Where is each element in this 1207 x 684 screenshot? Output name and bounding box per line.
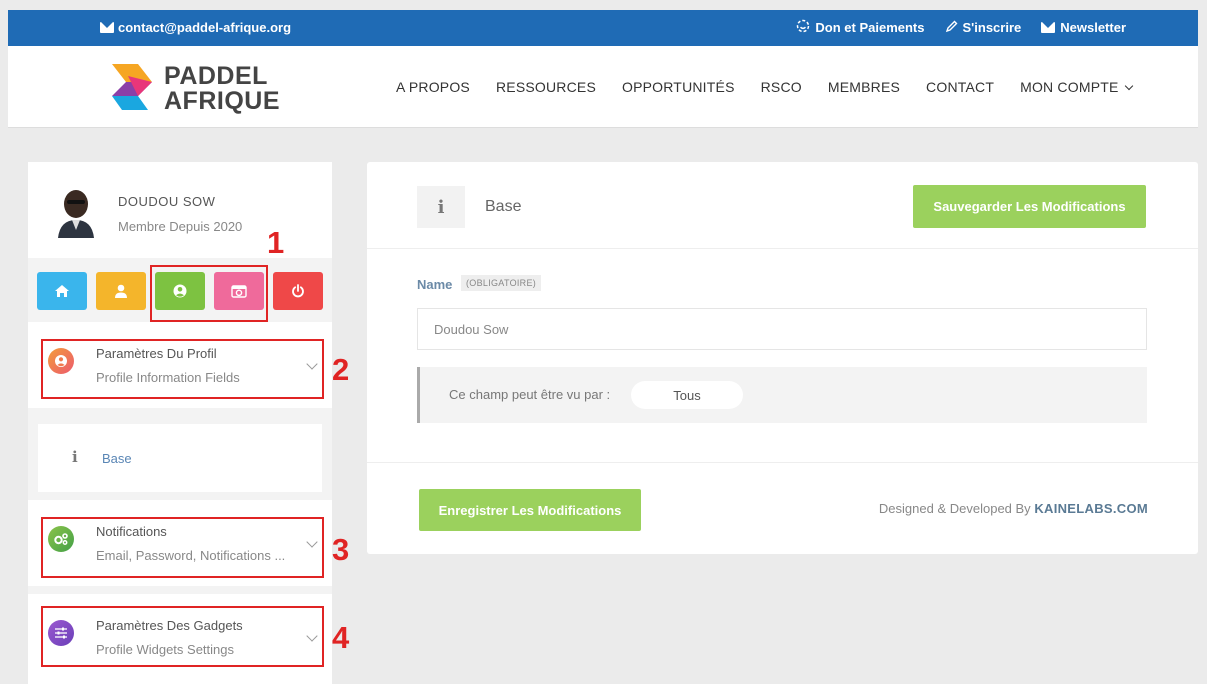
envelope-icon (100, 22, 114, 33)
sidebar-item-base[interactable]: i Base (38, 424, 322, 492)
visibility-selector[interactable]: Tous (631, 381, 743, 409)
panel-header: i Base Sauvegarder Les Modifications (367, 162, 1198, 249)
site-logo[interactable]: PADDEL AFRIQUE (108, 60, 288, 118)
annotation-box-3 (41, 517, 324, 578)
nav-item-ressources[interactable]: RESSOURCES (496, 79, 596, 95)
nav-item-opportunites[interactable]: OPPORTUNITÉS (622, 79, 735, 95)
top-bar: contact@paddel-afrique.org Don et Paieme… (8, 10, 1198, 46)
inscrire-label: S'inscrire (962, 20, 1022, 35)
chevron-down-icon (1124, 81, 1133, 90)
panel-title: Base (485, 198, 522, 215)
name-input[interactable]: Doudou Sow (417, 308, 1147, 350)
save-changes-top-button[interactable]: Sauvegarder Les Modifications (913, 185, 1146, 228)
required-badge: (OBLIGATOIRE) (461, 275, 542, 291)
newsletter-label: Newsletter (1060, 20, 1126, 35)
nav-item-rsco[interactable]: RSCO (761, 79, 802, 95)
sidebar-item-label: Base (102, 451, 132, 466)
save-changes-bottom-button[interactable]: Enregistrer Les Modifications (419, 489, 641, 531)
annotation-box-4 (41, 606, 324, 667)
pencil-icon (945, 20, 958, 36)
contact-email: contact@paddel-afrique.org (118, 20, 292, 35)
profile-name: DOUDOU SOW (118, 194, 216, 209)
annotation-box-2 (41, 339, 324, 399)
newsletter-link[interactable]: Newsletter (1041, 19, 1126, 36)
inscrire-link[interactable]: S'inscrire (945, 19, 1022, 36)
annotation-number-3: 3 (332, 532, 350, 567)
section-divider (28, 586, 332, 594)
profile-card: DOUDOU SOW Membre Depuis 2020 (28, 162, 332, 258)
don-paiements-label: Don et Paiements (815, 20, 925, 35)
info-icon: i (417, 186, 465, 228)
power-icon (292, 284, 304, 298)
logo-mark-icon (112, 64, 152, 110)
member-since: Membre Depuis 2020 (118, 219, 243, 234)
home-icon (55, 285, 69, 297)
home-button[interactable] (37, 272, 87, 310)
credit-link[interactable]: KAINELABS.COM (1034, 501, 1148, 516)
info-icon: i (72, 448, 78, 466)
nav-item-mon-compte[interactable]: MON COMPTE (1020, 79, 1133, 95)
user-icon (115, 284, 127, 298)
panel-divider (367, 462, 1198, 463)
main-nav: A PROPOS RESSOURCES OPPORTUNITÉS RSCO ME… (396, 79, 1133, 95)
nav-item-membres[interactable]: MEMBRES (828, 79, 900, 95)
profile-fields-panel: i Base Sauvegarder Les Modifications Nam… (367, 162, 1198, 554)
contact-email-link[interactable]: contact@paddel-afrique.org (100, 20, 291, 35)
nav-item-a-propos[interactable]: A PROPOS (396, 79, 470, 95)
logo-text: PADDEL AFRIQUE (164, 62, 280, 115)
smile-icon (796, 19, 810, 36)
visibility-label: Ce champ peut être vu par : (449, 387, 611, 402)
developer-credit: Designed & Developed By KAINELABS.COM (879, 501, 1148, 516)
name-field-label: Name (417, 277, 453, 292)
envelope-icon (1041, 22, 1056, 33)
annotation-number-1: 1 (267, 225, 285, 260)
annotation-number-2: 2 (332, 352, 350, 387)
credit-prefix: Designed & Developed By (878, 501, 1031, 516)
logout-button[interactable] (273, 272, 323, 310)
nav-item-contact[interactable]: CONTACT (926, 79, 994, 95)
field-visibility-box: Ce champ peut être vu par : Tous (417, 367, 1147, 423)
annotation-box-1 (150, 265, 268, 322)
profile-button[interactable] (96, 272, 146, 310)
don-paiements-link[interactable]: Don et Paiements (796, 19, 925, 36)
annotation-number-4: 4 (332, 620, 350, 655)
avatar[interactable] (52, 184, 100, 238)
site-header: PADDEL AFRIQUE A PROPOS RESSOURCES OPPOR… (8, 46, 1198, 128)
